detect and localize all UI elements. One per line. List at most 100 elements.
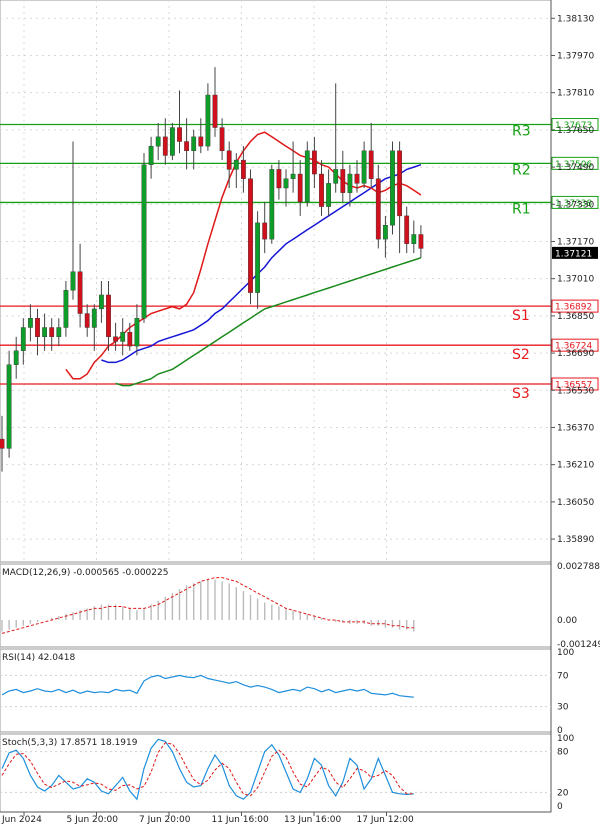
candle-body: [283, 178, 289, 189]
levels: R3 1.37673R2 1.37506R1 1.37338S11.36892S21.…: [0, 118, 599, 402]
time-tick-label: 13 Jun 16:00: [284, 815, 341, 825]
candle-body: [155, 136, 161, 147]
candle-body: [191, 136, 197, 152]
candle-body: [375, 178, 381, 240]
candle-body: [6, 364, 12, 449]
candle-body: [56, 327, 62, 338]
candle-body: [141, 164, 147, 319]
candle-body: [290, 173, 296, 179]
trading-chart: R3 1.37673 R2 1.37506 R1 1.37338 S1 1.36892 S2 1.…: [0, 0, 600, 827]
chart-canvas: R3 1.37673R2 1.37506R1 1.37338S11.36892S21.…: [0, 0, 600, 825]
level-name-s1: S1: [512, 308, 530, 324]
candle-body: [28, 318, 33, 328]
macd-tick-label: 0.00: [557, 616, 577, 626]
stoch-tick-label: 100: [557, 734, 574, 744]
candle-body: [411, 234, 417, 245]
candle-body: [397, 150, 402, 217]
time-axis: Jun 2024 5 Jun 20:00 7 Jun 20:00 11 Jun 16:…: [0, 811, 551, 825]
candle-body: [212, 94, 218, 128]
price-tick-label: 1.35890: [557, 535, 594, 545]
price-tick-label: 1.36370: [557, 423, 594, 433]
level-name-s3: S3: [512, 386, 530, 402]
candle-body: [255, 222, 260, 293]
candle-body: [297, 173, 303, 203]
time-tick-label: 17 Jun 12:00: [357, 815, 414, 825]
candle-body: [0, 438, 5, 449]
price-tick-label: 1.37010: [557, 275, 594, 285]
price-tick-label: 1.37330: [557, 200, 594, 210]
price-tick-label: 1.36850: [557, 312, 594, 322]
rsi-tick-label: 30: [557, 703, 569, 713]
candle-body: [404, 215, 410, 244]
candle-body: [63, 290, 69, 328]
price-tick-label: 1.36050: [557, 498, 594, 508]
candle-body: [319, 173, 324, 207]
rsi-tick-label: 70: [557, 671, 569, 681]
candle-body: [368, 150, 374, 179]
level-name-r1: R1: [512, 201, 531, 217]
main-panel-frame: [0, 0, 552, 563]
candle-body: [262, 222, 268, 240]
candle-body: [326, 183, 331, 207]
candle-body: [162, 136, 168, 156]
candle-body: [134, 318, 140, 347]
candle-body: [219, 127, 225, 152]
candle-body: [418, 234, 424, 249]
candle-body: [120, 331, 126, 342]
candle-body: [276, 169, 282, 189]
price-tick-label: 1.36690: [557, 349, 594, 359]
candle-body: [20, 327, 26, 351]
price-tick-label: 1.36210: [557, 461, 594, 471]
candle-body: [354, 173, 360, 184]
time-tick-label: 11 Jun 16:00: [212, 815, 269, 825]
candle-body: [113, 336, 119, 342]
time-tick-label: Jun 2024: [1, 815, 42, 825]
candle-body: [226, 150, 232, 170]
level-name-r2: R2: [512, 162, 531, 178]
candle-body: [312, 150, 317, 175]
candle-body: [248, 178, 253, 293]
candle-body: [91, 308, 97, 328]
candle-body: [198, 136, 204, 147]
grid: [0, 0, 551, 562]
price-tick-label: 1.38130: [557, 14, 594, 24]
price-tick-label: 1.37810: [557, 89, 594, 99]
candle-body: [13, 350, 19, 365]
rsi-tick-label: 100: [557, 648, 574, 658]
candle-body: [148, 145, 154, 165]
sma-slow-line: [115, 256, 422, 387]
candle-body: [70, 271, 76, 291]
time-tick-label: 7 Jun 20:00: [139, 815, 191, 825]
current-price-label: 1.37121: [555, 249, 592, 259]
price-tick-label: 1.37650: [557, 126, 594, 136]
price-tick-label: 1.37490: [557, 163, 594, 173]
macd-label: MACD(12,26,9) -0.000565 -0.000225: [2, 568, 168, 578]
candle-body: [269, 169, 275, 240]
price-tick-label: 1.37170: [557, 237, 594, 247]
stoch-k-line: [1, 738, 414, 801]
time-tick-label: 5 Jun 20:00: [67, 815, 119, 825]
candle-body: [184, 141, 189, 152]
candle-body: [304, 150, 310, 203]
candle-body: [77, 271, 83, 314]
candles: 1.37121: [0, 67, 598, 472]
candle-body: [333, 169, 339, 184]
level-name-s2: S2: [512, 347, 530, 363]
stoch-label: Stoch(5,3,3) 17.8571 18.1919: [2, 738, 138, 748]
price-tick-label: 1.37970: [557, 51, 594, 61]
candle-body: [49, 327, 55, 338]
rsi-label: RSI(14) 42.0418: [2, 653, 75, 663]
price-tick-label: 1.36530: [557, 386, 594, 396]
candle-body: [84, 313, 90, 328]
candle-body: [205, 94, 211, 147]
candle-body: [383, 224, 388, 240]
candle-body: [42, 327, 48, 338]
rsi-panel: 10070300: [0, 648, 574, 736]
candle-body: [340, 169, 346, 193]
candle-body: [98, 294, 104, 310]
candle-body: [347, 173, 353, 193]
macd-tick-label: 0.002788: [557, 562, 600, 572]
candle-body: [35, 318, 40, 338]
panel-frames: [0, 0, 552, 813]
stoch-tick-label: 0: [557, 802, 563, 812]
